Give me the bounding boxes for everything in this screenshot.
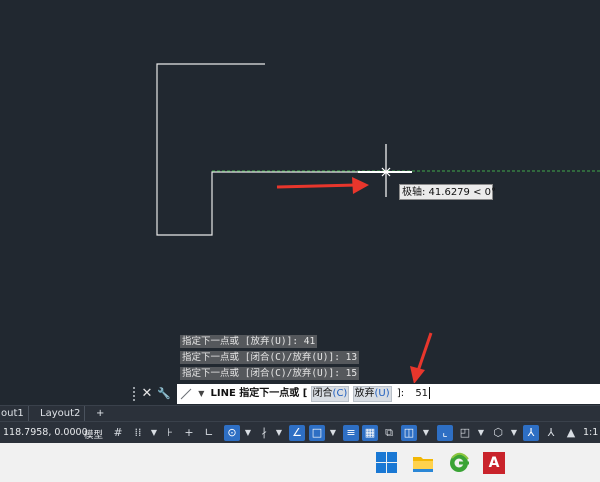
file-explorer-icon[interactable]	[412, 452, 434, 474]
command-bar: ✕ 🔧 ▼ LINE 指定下一点或 [ 闭合(C) 放弃(U) ]: 51	[0, 383, 600, 405]
tab-layout2[interactable]: Layout2	[36, 406, 86, 421]
polar-tooltip: 极轴: 41.6279 < 0°	[399, 184, 496, 200]
isodraft-icon[interactable]: ∤	[256, 425, 272, 441]
chevron-down-icon[interactable]: ▼	[271, 425, 287, 441]
annotation-scale-icon[interactable]: ▲	[563, 425, 579, 441]
autocad-icon[interactable]: A	[483, 452, 505, 474]
dynamic-input-icon[interactable]: +	[181, 425, 197, 441]
drawn-line	[156, 63, 385, 236]
chevron-down-icon[interactable]: ▼	[146, 425, 162, 441]
polar-icon[interactable]: ⊙	[224, 425, 240, 441]
annotation-scale-value[interactable]: 1:1	[583, 427, 598, 438]
add-layout-button[interactable]: +	[92, 406, 108, 421]
snap-icon[interactable]: ⁞⁞	[130, 425, 146, 441]
option-undo[interactable]: 放弃(U)	[352, 386, 392, 402]
history-line-2: 指定下一点或 [闭合(C)/放弃(U)]: 13	[180, 351, 360, 364]
chevron-down-icon[interactable]: ▼	[473, 425, 489, 441]
annotation-visibility-icon[interactable]: ⅄	[523, 425, 539, 441]
coordinate-readout[interactable]: 118.7958, 0.0000	[3, 427, 88, 438]
browser-icon[interactable]	[448, 452, 470, 474]
3d-osnap-icon[interactable]: ◫	[401, 425, 417, 441]
chevron-down-icon[interactable]: ▼	[325, 425, 341, 441]
history-line-3: 指定下一点或 [闭合(C)/放弃(U)]: 15	[180, 367, 360, 380]
lineweight-icon[interactable]: ≡	[343, 425, 359, 441]
option-close-text: 闭合	[312, 388, 333, 399]
windows-start-icon[interactable]	[376, 452, 398, 474]
layout-tabs: out1 Layout2 +	[0, 405, 600, 421]
status-bar: 118.7958, 0.0000 模型 # ⁞⁞ ▼ ⊦ + ∟ ⊙ ▼ ∤ ▼…	[0, 421, 600, 444]
history-line-1: 指定下一点或 [放弃(U)]: 41	[180, 335, 318, 348]
model-space-button[interactable]: 模型	[84, 427, 103, 441]
infer-icon[interactable]: ⊦	[162, 425, 178, 441]
red-arrow-canvas	[276, 177, 369, 194]
drawing-svg	[156, 63, 600, 383]
transparency-icon[interactable]: ▦	[362, 425, 378, 441]
recent-commands-icon[interactable]: ▼	[198, 384, 204, 404]
option-undo-key: (U)	[374, 388, 390, 399]
ortho-icon[interactable]: ∟	[201, 425, 217, 441]
chevron-down-icon[interactable]: ▼	[506, 425, 522, 441]
gizmo-icon[interactable]: ⬡	[490, 425, 506, 441]
command-prompt-text: LINE 指定下一点或 [	[210, 388, 308, 399]
osnap-icon[interactable]: □	[309, 425, 325, 441]
autoscale-icon[interactable]: ⅄	[543, 425, 559, 441]
text-caret	[429, 387, 431, 399]
option-close[interactable]: 闭合(C)	[310, 386, 350, 402]
command-suffix: ]:	[396, 388, 405, 399]
option-undo-text: 放弃	[354, 388, 375, 399]
option-close-key: (C)	[332, 388, 348, 399]
wrench-icon[interactable]: 🔧	[157, 386, 171, 402]
chevron-down-icon[interactable]: ▼	[240, 425, 256, 441]
command-bar-grip[interactable]	[133, 387, 139, 401]
chevron-down-icon[interactable]: ▼	[418, 425, 434, 441]
red-arrow-command	[410, 332, 433, 383]
dynamic-ucs-icon[interactable]: ⌞	[437, 425, 453, 441]
selection-cycling-icon[interactable]: ⧉	[381, 425, 397, 441]
command-value: 51	[415, 388, 429, 399]
command-input[interactable]: ▼ LINE 指定下一点或 [ 闭合(C) 放弃(U) ]: 51	[177, 384, 600, 404]
selection-filter-icon[interactable]: ◰	[457, 425, 473, 441]
close-icon[interactable]: ✕	[140, 386, 154, 402]
drawing-canvas[interactable]: 极轴: 41.6279 < 0° 指定下一点或 [放弃(U)]: 41 指定下一…	[0, 0, 600, 383]
osnap-track-icon[interactable]: ∠	[289, 425, 305, 441]
tab-layout1[interactable]: out1	[0, 406, 29, 421]
os-taskbar: A	[0, 443, 600, 482]
grid-icon[interactable]: #	[110, 425, 126, 441]
